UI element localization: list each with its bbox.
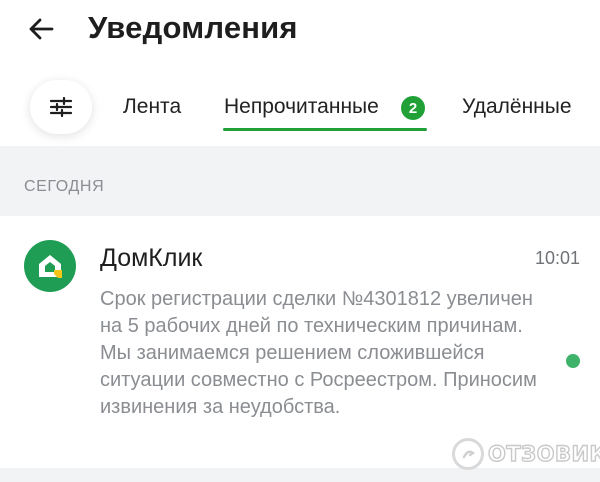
house-icon [39, 255, 62, 278]
watermark-text: ОТЗОВИК [487, 441, 600, 466]
section-label-today: СЕГОДНЯ [24, 178, 105, 195]
domclick-logo [24, 240, 76, 292]
divider [0, 468, 600, 482]
watermark-logo-icon [452, 438, 484, 470]
app-bar: Уведомления [0, 0, 600, 64]
active-tab-indicator [223, 128, 427, 131]
arrow-left-icon [29, 18, 54, 40]
tab-bar: Лента Непрочитанные 2 Удалённые [0, 72, 600, 142]
back-button[interactable] [24, 14, 58, 44]
notification-item[interactable]: ДомКлик 10:01 Срок регистрации сделки №4… [0, 216, 600, 468]
sliders-icon [49, 97, 73, 117]
tab-deleted[interactable]: Удалённые [462, 95, 572, 119]
section-header: СЕГОДНЯ [0, 146, 600, 216]
unread-dot [566, 354, 580, 368]
filter-button[interactable] [30, 80, 92, 134]
unread-count-badge: 2 [401, 96, 425, 120]
tab-unread[interactable]: Непрочитанные [224, 95, 379, 119]
notification-sender: ДомКлик [100, 244, 203, 272]
notification-time: 10:01 [534, 248, 580, 268]
page-title: Уведомления [88, 10, 298, 45]
notification-body: Срок регистрации сделки №4301812 увеличе… [100, 288, 537, 418]
watermark: ОТЗОВИК [452, 438, 600, 470]
tab-feed[interactable]: Лента [123, 95, 181, 119]
